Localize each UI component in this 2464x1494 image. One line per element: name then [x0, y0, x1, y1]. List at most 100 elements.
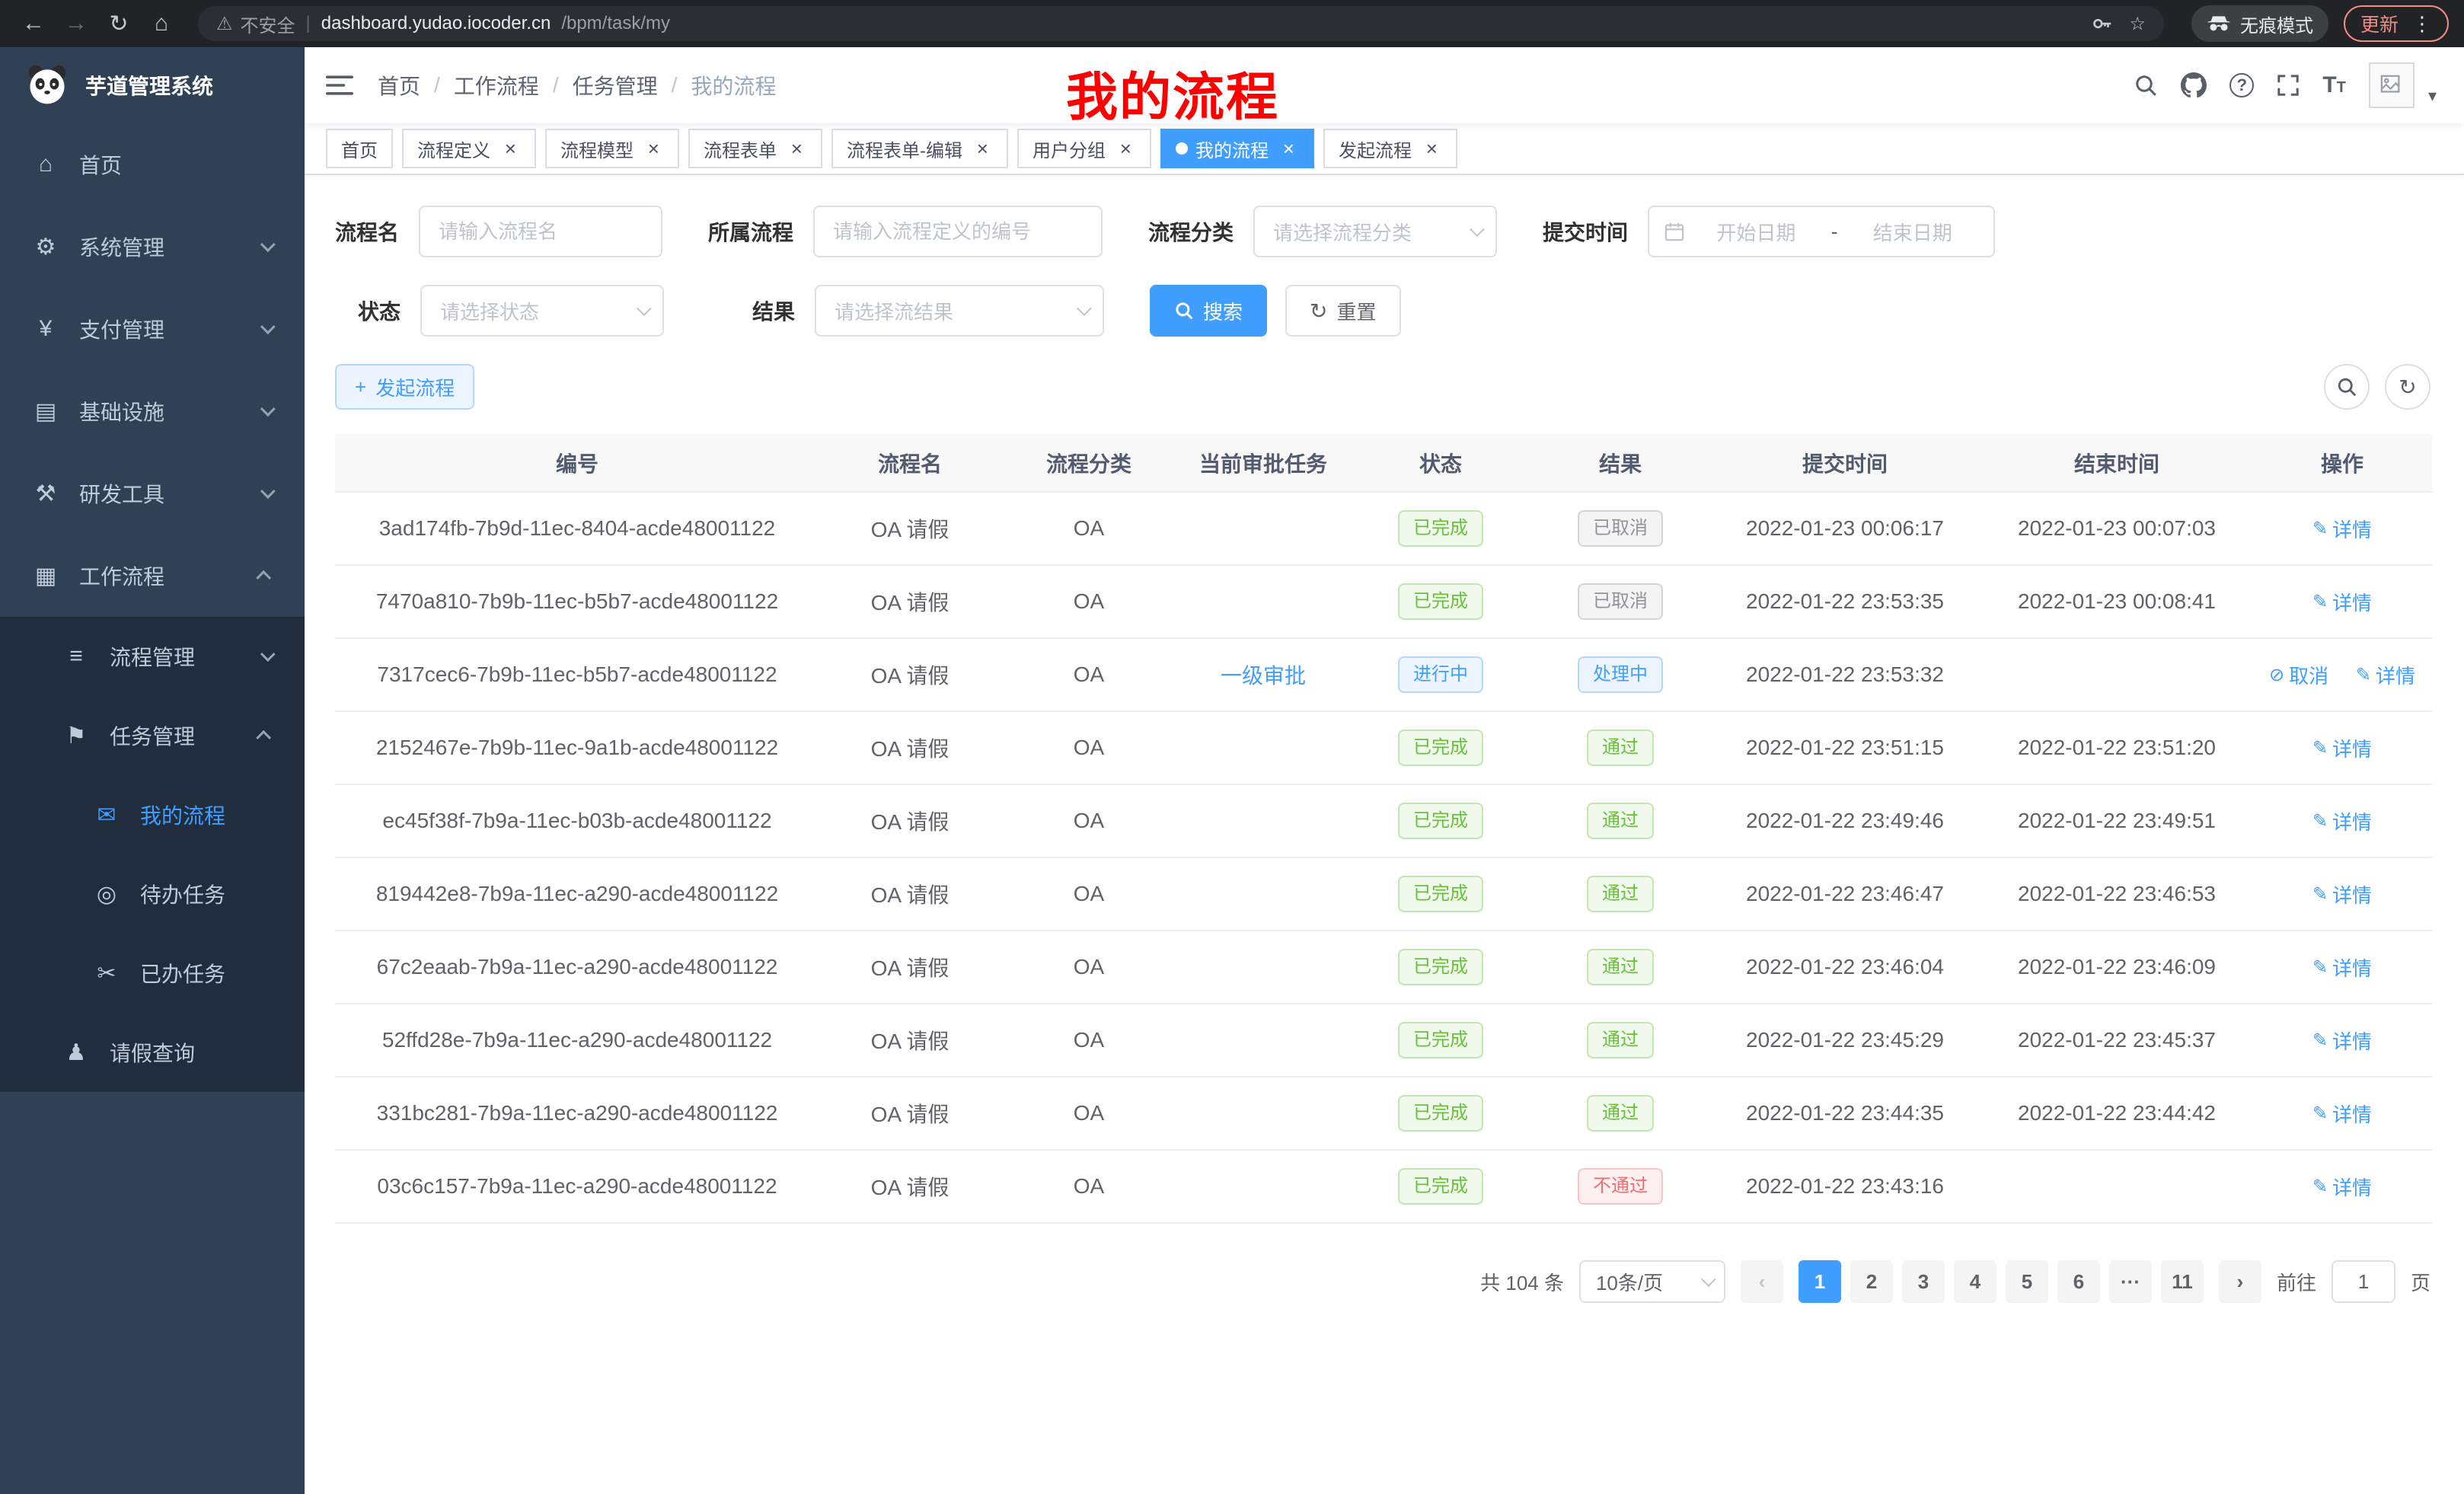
sidebar-item-process-management[interactable]: ≡ 流程管理 [0, 617, 305, 696]
detail-link[interactable]: ✎ 详情 [2312, 1100, 2372, 1128]
page-button[interactable]: 11 [2161, 1260, 2204, 1303]
address-bar[interactable]: ⚠ 不安全 | dashboard.yudao.iocoder.cn /bpm/… [198, 6, 2164, 41]
password-key-icon[interactable] [2091, 12, 2114, 35]
close-icon[interactable]: × [643, 138, 664, 159]
detail-link[interactable]: ✎ 详情 [2312, 588, 2372, 616]
page-button[interactable]: 2 [1850, 1260, 1893, 1303]
browser-home-button[interactable]: ⌂ [143, 5, 180, 42]
tab-home[interactable]: 首页 [326, 129, 393, 168]
detail-link[interactable]: ✎ 详情 [2312, 515, 2372, 543]
sidebar-item-my-process[interactable]: ✉ 我的流程 [0, 775, 305, 854]
github-icon[interactable] [2181, 72, 2207, 98]
breadcrumb-item[interactable]: 任务管理 [573, 70, 658, 101]
table-row: 331bc281-7b9a-11ec-a290-acde48001122 OA … [335, 1077, 2432, 1150]
detail-link[interactable]: ✎ 详情 [2312, 953, 2372, 982]
status-select[interactable]: 请选择状态 [420, 285, 664, 337]
flag-icon: ⚑ [61, 723, 91, 749]
next-page-button[interactable]: › [2219, 1260, 2261, 1303]
goto-page-input[interactable] [2332, 1260, 2395, 1303]
tab-start-process[interactable]: 发起流程 × [1323, 129, 1457, 168]
result-select[interactable]: 请选择流结果 [815, 285, 1104, 337]
breadcrumb-item[interactable]: 工作流程 [454, 70, 539, 101]
page-button[interactable]: 5 [2006, 1260, 2048, 1303]
sidebar-item-done-tasks[interactable]: ✂ 已办任务 [0, 934, 305, 1013]
end-date-placeholder[interactable]: 结束日期 [1846, 218, 1978, 246]
refresh-button[interactable]: ↻ [2385, 364, 2430, 410]
detail-link[interactable]: ✎ 详情 [2312, 880, 2372, 908]
tab-user-group[interactable]: 用户分组 × [1017, 129, 1151, 168]
detail-icon: ✎ [2312, 1176, 2328, 1198]
detail-link[interactable]: ✎ 详情 [2356, 661, 2415, 689]
tab-my-process[interactable]: 我的流程 × [1160, 129, 1314, 168]
browser-menu-icon[interactable]: ⋮ [2412, 12, 2432, 36]
date-range-picker[interactable]: 开始日期 - 结束日期 [1648, 206, 1995, 257]
detail-link[interactable]: ✎ 详情 [2312, 1026, 2372, 1055]
browser-back-button[interactable]: ← [15, 5, 52, 42]
cell-end-time: 2022-01-22 23:45:37 [1981, 1004, 2252, 1077]
app-logo[interactable]: 芋道管理系统 [0, 47, 305, 123]
avatar[interactable] [2369, 62, 2415, 108]
sidebar-item-task-management[interactable]: ⚑ 任务管理 [0, 696, 305, 775]
browser-forward-button[interactable]: → [58, 5, 94, 42]
security-chip[interactable]: ⚠ 不安全 [216, 11, 295, 37]
tab-process-definition[interactable]: 流程定义 × [402, 129, 536, 168]
tab-label: 流程模型 [560, 136, 634, 162]
tab-process-model[interactable]: 流程模型 × [545, 129, 679, 168]
detail-icon: ✎ [2312, 1103, 2328, 1125]
chevron-down-icon [637, 301, 652, 316]
close-icon[interactable]: × [1278, 138, 1299, 159]
close-icon[interactable]: × [1115, 138, 1136, 159]
process-definition-input[interactable] [813, 206, 1103, 257]
tab-process-form[interactable]: 流程表单 × [688, 129, 822, 168]
process-name-input[interactable] [419, 206, 662, 257]
create-process-button[interactable]: + 发起流程 [335, 364, 474, 410]
reset-button[interactable]: ↻ 重置 [1285, 285, 1400, 337]
close-icon[interactable]: × [1421, 138, 1442, 159]
toggle-search-button[interactable] [2324, 364, 2370, 410]
tab-process-form-edit[interactable]: 流程表单-编辑 × [831, 129, 1008, 168]
font-size-icon[interactable]: TT [2322, 72, 2346, 98]
browser-reload-button[interactable]: ↻ [101, 5, 137, 42]
page-button[interactable]: ··· [2109, 1260, 2152, 1303]
help-icon[interactable]: ? [2229, 73, 2254, 97]
bookmark-star-icon[interactable]: ☆ [2129, 13, 2146, 35]
page-size-select[interactable]: 10条/页 [1579, 1260, 1725, 1303]
breadcrumb-item[interactable]: 我的流程 [691, 70, 776, 101]
sidebar-menu: ⌂ 首页 ⚙ 系统管理 ¥ 支付管理 ▤ 基 [0, 123, 305, 1092]
sidebar-item-leave-query[interactable]: ♟ 请假查询 [0, 1013, 305, 1092]
current-task-link[interactable]: 一级审批 [1221, 664, 1306, 688]
status-tag: 进行中 [1398, 656, 1483, 693]
tab-label: 发起流程 [1339, 136, 1412, 162]
search-button[interactable]: 搜索 [1150, 285, 1267, 337]
cancel-link[interactable]: ⊘ 取消 [2269, 661, 2328, 689]
page-button[interactable]: 1 [1799, 1260, 1841, 1303]
sidebar-item-system[interactable]: ⚙ 系统管理 [0, 206, 305, 288]
avatar-dropdown-icon[interactable]: ▾ [2428, 86, 2437, 106]
hamburger-menu-icon[interactable] [326, 74, 353, 97]
sidebar-item-payment[interactable]: ¥ 支付管理 [0, 288, 305, 370]
close-icon[interactable]: × [972, 138, 993, 159]
search-icon[interactable] [2134, 73, 2158, 97]
sidebar-item-todo-tasks[interactable]: ◎ 待办任务 [0, 854, 305, 934]
omnibox-divider: | [306, 13, 311, 34]
sidebar-item-workflow[interactable]: ▦ 工作流程 [0, 535, 305, 617]
close-icon[interactable]: × [500, 138, 521, 159]
detail-link[interactable]: ✎ 详情 [2312, 807, 2372, 835]
chrome-update-button[interactable]: 更新 ⋮ [2344, 5, 2449, 42]
page-button[interactable]: 4 [1954, 1260, 1996, 1303]
page-button[interactable]: 6 [2057, 1260, 2100, 1303]
scissors-icon: ✂ [91, 960, 122, 987]
detail-link[interactable]: ✎ 详情 [2312, 1173, 2372, 1201]
start-date-placeholder[interactable]: 开始日期 [1690, 218, 1822, 246]
breadcrumb-item[interactable]: 首页 [378, 70, 420, 101]
category-select[interactable]: 请选择流程分类 [1253, 206, 1497, 257]
sidebar-item-home[interactable]: ⌂ 首页 [0, 123, 305, 206]
detail-link[interactable]: ✎ 详情 [2312, 734, 2372, 762]
prev-page-button[interactable]: ‹ [1741, 1260, 1783, 1303]
sidebar-item-infrastructure[interactable]: ▤ 基础设施 [0, 370, 305, 452]
close-icon[interactable]: × [786, 138, 807, 159]
page-button[interactable]: 3 [1902, 1260, 1945, 1303]
sidebar-item-devtools[interactable]: ⚒ 研发工具 [0, 452, 305, 535]
status-tag: 已完成 [1398, 583, 1483, 620]
fullscreen-icon[interactable] [2277, 74, 2300, 97]
